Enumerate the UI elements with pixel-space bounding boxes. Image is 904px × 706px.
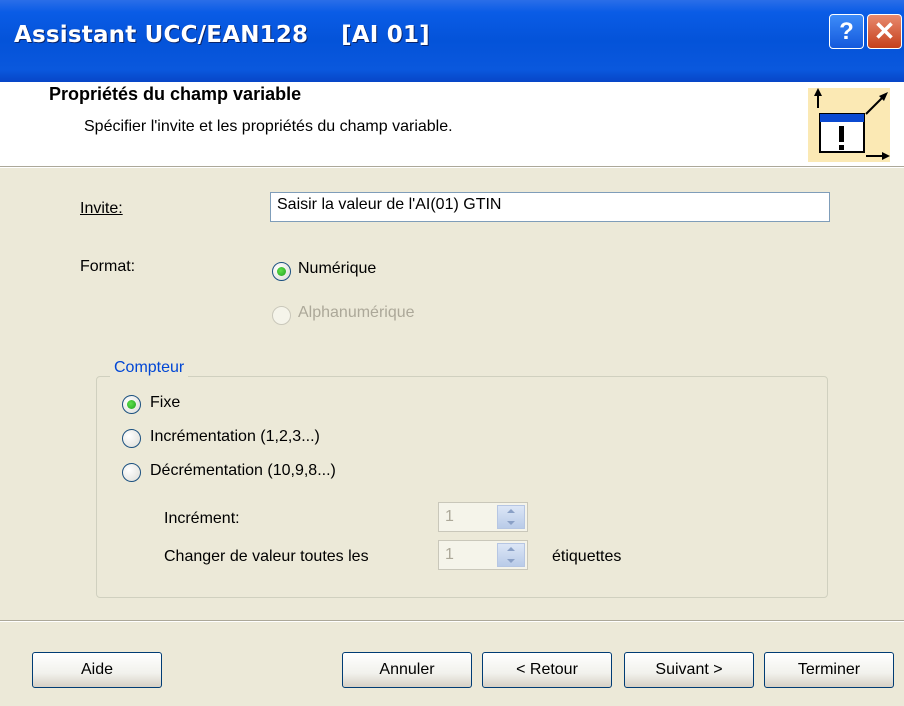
radio-alphanumerique <box>272 306 291 325</box>
change-every-value: 1 <box>445 546 454 563</box>
increment-stepper: 1 <box>438 502 528 532</box>
title-bar: Assistant UCC/EAN128 [AI 01] ? ✕ <box>0 0 904 82</box>
finish-button[interactable]: Terminer <box>764 652 894 688</box>
radio-numerique-label[interactable]: Numérique <box>298 260 376 278</box>
counter-group-caption: Compteur <box>110 359 189 377</box>
next-button[interactable]: Suivant > <box>624 652 754 688</box>
help-button[interactable]: Aide <box>32 652 162 688</box>
radio-decrementation-label[interactable]: Décrémentation (10,9,8...) <box>150 462 336 480</box>
format-label: Format: <box>80 258 136 275</box>
spin-arrows-icon <box>497 505 525 529</box>
back-button[interactable]: < Retour <box>482 652 612 688</box>
invite-input[interactable]: Saisir la valeur de l'AI(01) GTIN <box>270 192 830 222</box>
window-title: Assistant UCC/EAN128 [AI 01] <box>14 22 430 48</box>
wizard-header: Propriétés du champ variable Spécifier l… <box>0 82 904 166</box>
radio-fixe-label[interactable]: Fixe <box>150 394 180 412</box>
increment-label: Incrément: <box>164 510 240 527</box>
radio-numerique[interactable] <box>272 262 291 281</box>
radio-decrementation[interactable] <box>122 463 141 482</box>
cancel-button[interactable]: Annuler <box>342 652 472 688</box>
radio-alphanumerique-label: Alphanumérique <box>298 304 415 321</box>
increment-value: 1 <box>445 508 454 525</box>
change-every-label: Changer de valeur toutes les <box>164 548 369 565</box>
radio-incrementation-label[interactable]: Incrémentation (1,2,3...) <box>150 428 320 446</box>
page-title: Propriétés du champ variable <box>49 84 302 104</box>
help-icon-button[interactable]: ? <box>829 14 864 49</box>
radio-fixe[interactable] <box>122 395 141 414</box>
radio-incrementation[interactable] <box>122 429 141 448</box>
labels-suffix: étiquettes <box>552 548 622 565</box>
page-subtitle: Spécifier l'invite et les propriétés du … <box>84 118 453 135</box>
close-icon[interactable]: ✕ <box>867 14 902 49</box>
spin-arrows-icon <box>497 543 525 567</box>
invite-label: Invite: <box>80 200 123 217</box>
wizard-resize-warning-icon <box>808 88 890 162</box>
change-every-stepper: 1 <box>438 540 528 570</box>
